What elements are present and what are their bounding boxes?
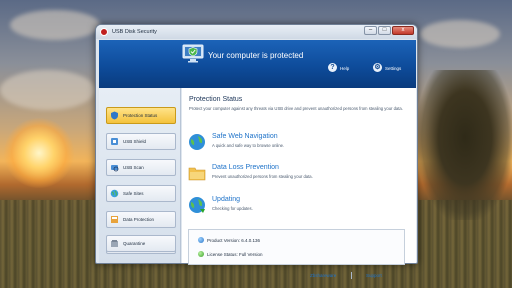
sidebar-item-label: USB Shield bbox=[123, 139, 147, 144]
feature-title: Safe Web Navigation bbox=[212, 133, 278, 140]
product-info-box: Product Version: 6.4.0.136 License Statu… bbox=[188, 229, 405, 265]
data-protection-icon bbox=[111, 216, 118, 223]
page-subtitle: Protect your computer against any threat… bbox=[189, 106, 403, 111]
help-button[interactable]: ? Help bbox=[328, 63, 349, 73]
sidebar-item-label: Protection Status bbox=[123, 113, 158, 118]
product-version: Product Version: 6.4.0.136 bbox=[207, 237, 261, 243]
feature-data-loss-prevention[interactable]: Data Loss Prevention Prevent unauthorize… bbox=[188, 162, 413, 188]
shield-icon bbox=[111, 111, 118, 120]
window-title: USB Disk Security bbox=[112, 29, 157, 35]
sky-cloud bbox=[0, 70, 95, 110]
help-icon: ? bbox=[328, 63, 337, 72]
zbshareware-link[interactable]: Zbshareware bbox=[310, 273, 336, 278]
sidebar-item-data-protection[interactable]: Data Protection bbox=[106, 211, 176, 228]
title-bar[interactable]: USB Disk Security – □ x bbox=[96, 25, 417, 39]
product-version-row: Product Version: 6.4.0.136 bbox=[198, 237, 260, 243]
settings-button[interactable]: ⚙ Settings bbox=[373, 63, 401, 73]
feature-title: Updating bbox=[212, 196, 241, 203]
feature-title: Data Loss Prevention bbox=[212, 164, 279, 171]
folder-lock-icon bbox=[188, 167, 206, 181]
sidebar-item-quarantine[interactable]: Quarantine bbox=[106, 235, 176, 252]
usb-scan-icon bbox=[111, 165, 119, 172]
feature-safe-web-navigation[interactable]: Safe Web Navigation A quick and safe way… bbox=[188, 131, 413, 157]
status-header: Your computer is protected ? Help ⚙ Sett… bbox=[99, 40, 416, 88]
protected-monitor-icon bbox=[182, 44, 204, 63]
window-controls: – □ x bbox=[364, 26, 414, 35]
help-label: Help bbox=[340, 65, 350, 71]
gear-icon: ⚙ bbox=[373, 63, 382, 72]
sidebar-item-label: Safe Sites bbox=[123, 191, 144, 196]
feature-updating[interactable]: Updating Checking for updates. bbox=[188, 194, 413, 220]
tree bbox=[418, 70, 512, 220]
status-title: Your computer is protected bbox=[208, 51, 304, 60]
sidebar-item-safe-sites[interactable]: Safe Sites bbox=[106, 185, 176, 202]
update-globe-icon bbox=[189, 197, 205, 213]
sun bbox=[4, 118, 74, 188]
page-title: Protection Status bbox=[189, 96, 243, 103]
sidebar-item-usb-shield[interactable]: USB Shield bbox=[106, 133, 176, 150]
license-status: License Status: Full Version bbox=[207, 251, 263, 257]
app-window: USB Disk Security – □ x Your computer is… bbox=[95, 24, 418, 279]
close-button[interactable]: x bbox=[392, 26, 414, 35]
feature-desc: A quick and safe way to browse online. bbox=[212, 143, 285, 148]
usb-shield-icon bbox=[111, 138, 118, 145]
license-status-row: License Status: Full Version bbox=[198, 251, 263, 257]
feature-desc: Checking for updates. bbox=[212, 206, 253, 211]
check-icon bbox=[198, 251, 204, 257]
sidebar-item-usb-scan[interactable]: USB Scan bbox=[106, 159, 176, 176]
support-link[interactable]: Support bbox=[366, 273, 382, 278]
sidebar-item-protection-status[interactable]: Protection Status bbox=[106, 107, 176, 124]
globe-icon bbox=[110, 189, 119, 198]
main-content: Protection Status Protect your computer … bbox=[182, 88, 416, 279]
globe-icon bbox=[189, 134, 205, 150]
settings-label: Settings bbox=[385, 65, 402, 71]
sky-cloud bbox=[420, 20, 500, 48]
sidebar-item-label: Quarantine bbox=[123, 241, 146, 246]
footer-divider bbox=[351, 272, 352, 279]
minimize-button[interactable]: – bbox=[364, 26, 377, 35]
feature-desc: Prevent unauthorized persons from steali… bbox=[212, 174, 313, 179]
info-icon bbox=[198, 237, 204, 243]
maximize-button[interactable]: □ bbox=[378, 26, 391, 35]
quarantine-icon bbox=[111, 240, 118, 247]
app-icon bbox=[100, 28, 108, 36]
sky-cloud bbox=[10, 10, 100, 40]
sidebar-item-label: USB Scan bbox=[123, 165, 144, 170]
sidebar-item-label: Data Protection bbox=[123, 217, 155, 222]
